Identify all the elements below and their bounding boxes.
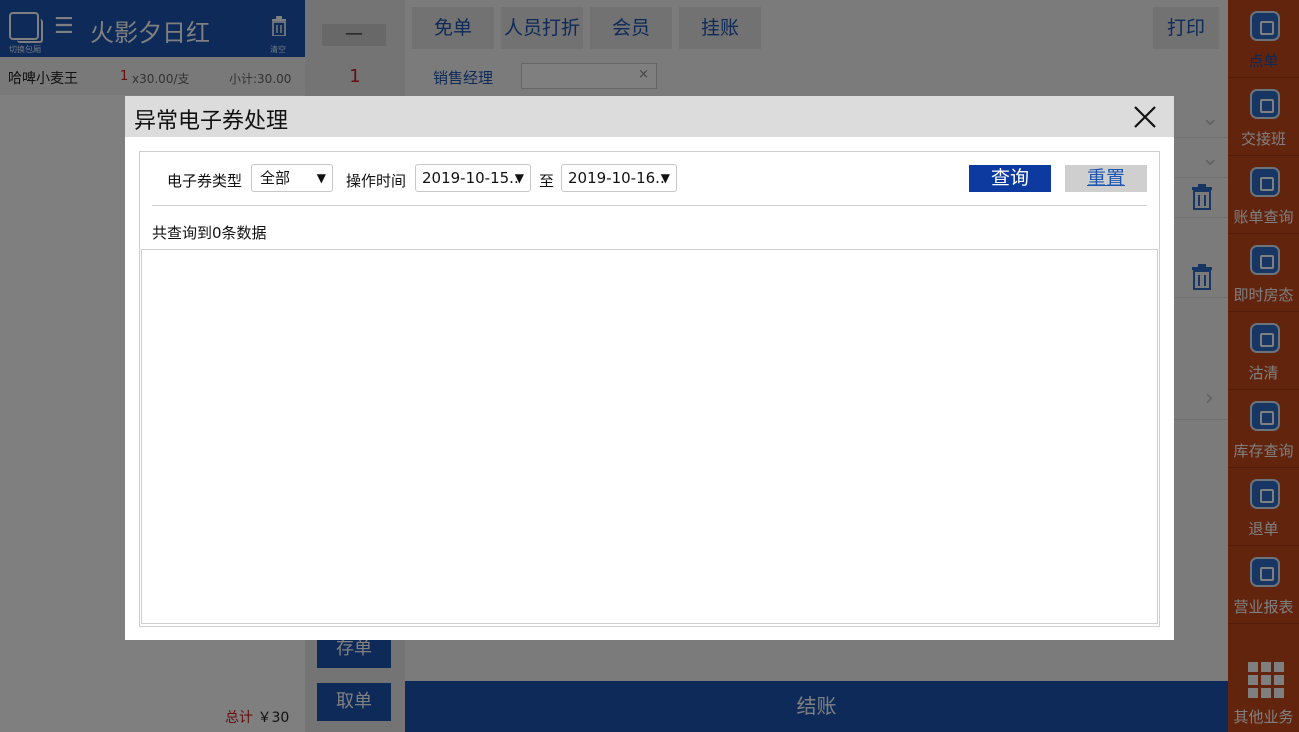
dropdown-arrow-icon: ▼: [514, 171, 524, 185]
coupon-type-select[interactable]: 全部 ▼: [251, 164, 333, 192]
date-to-value: 2019-10-16..: [568, 169, 665, 187]
coupon-type-label: 电子券类型: [167, 172, 243, 190]
date-to-select[interactable]: 2019-10-16.. ▼: [561, 164, 677, 192]
result-list: [141, 249, 1158, 624]
close-icon[interactable]: [1132, 104, 1158, 130]
dropdown-arrow-icon: ▼: [316, 171, 326, 185]
to-label: 至: [539, 172, 555, 190]
op-time-label: 操作时间: [346, 172, 407, 190]
coupon-type-value: 全部: [260, 169, 291, 187]
abnormal-coupon-dialog: 异常电子券处理 电子券类型 全部 ▼ 操作时间 2019-10-15.. ▼ 至…: [125, 96, 1174, 640]
date-from-value: 2019-10-15..: [422, 169, 519, 187]
dropdown-arrow-icon: ▼: [660, 171, 670, 185]
reset-button[interactable]: 重置: [1065, 165, 1147, 192]
query-button[interactable]: 查询: [969, 165, 1051, 192]
result-count: 共查询到0条数据: [152, 224, 267, 242]
dialog-title: 异常电子券处理: [134, 109, 289, 134]
divider: [152, 205, 1147, 206]
dialog-body: 电子券类型 全部 ▼ 操作时间 2019-10-15.. ▼ 至 2019-10…: [139, 151, 1160, 627]
dialog-header: 异常电子券处理: [125, 96, 1174, 137]
date-from-select[interactable]: 2019-10-15.. ▼: [415, 164, 531, 192]
